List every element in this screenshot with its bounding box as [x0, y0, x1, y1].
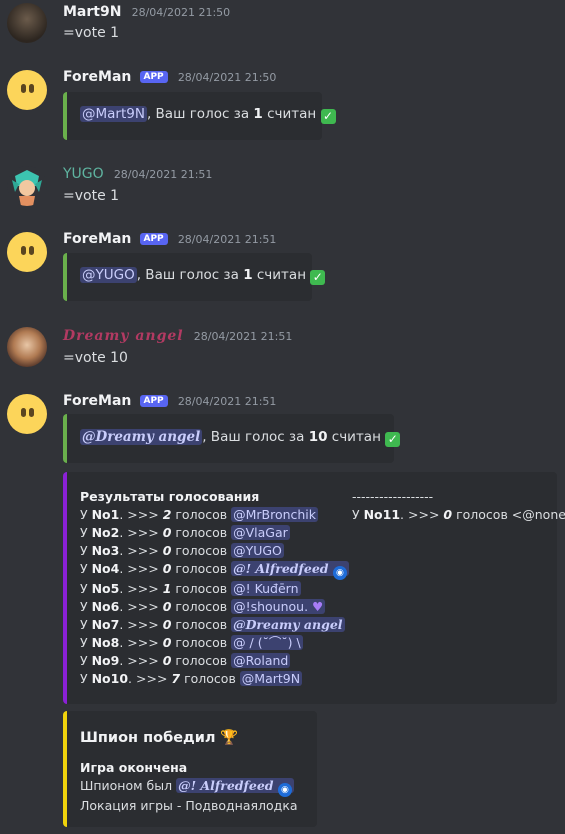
vote-number: 1 [253, 106, 263, 122]
result-row: У No2. >>> 0 голосов @VlaGar [80, 525, 290, 540]
heart-icon: ♥ [312, 599, 324, 614]
eye-icon: ◉ [332, 566, 347, 580]
avatar[interactable] [7, 166, 47, 206]
message-text: =vote 1 [63, 188, 120, 204]
result-row: У No3. >>> 0 голосов @YUGO [80, 543, 284, 558]
user-mention-raw: <@none> [511, 507, 565, 522]
author-name[interactable]: ForeMan [63, 69, 131, 85]
spy-title: Шпион победил 🏆 [80, 730, 239, 746]
avatar[interactable] [7, 394, 47, 434]
result-row: У No1. >>> 2 голосов @MrBronchik [80, 507, 319, 522]
result-row: У No5. >>> 1 голосов @! Kuđērn [80, 581, 301, 596]
embed-text: считан [252, 267, 307, 283]
results-column: Результаты голосования У No1. >>> 2 голо… [80, 488, 349, 688]
user-mention[interactable]: @! Kuđērn [231, 581, 301, 596]
message: YUGO 28/04/2021 21:51 =vote 1 [0, 163, 565, 213]
vote-number: 1 [243, 267, 253, 283]
results-column-extra: ------------------ У No11. >>> 0 голосов… [352, 488, 565, 524]
user-mention[interactable]: @VlaGar [231, 525, 290, 540]
user-mention[interactable]: @ / (˘⌒˘) \ [231, 635, 303, 650]
author-name[interactable]: YUGO [63, 166, 104, 182]
embed-text: , Ваш голос за [146, 106, 254, 122]
check-icon: ✓ [320, 109, 336, 124]
result-row: У No7. >>> 0 голосов @Dreamy angel [80, 617, 345, 632]
spy-location: Локация игры - Подводнаялодка [80, 798, 298, 813]
result-row: У No8. >>> 0 голосов @ / (˘⌒˘) \ [80, 635, 303, 650]
results-title: Результаты голосования [80, 489, 260, 504]
message: Dreamy angel 28/04/2021 21:51 =vote 10 [0, 325, 565, 375]
message-text: =vote 1 [63, 25, 120, 41]
user-mention[interactable]: @! Alfredfeed ◉ [176, 778, 294, 797]
message-text: =vote 10 [63, 350, 128, 366]
user-mention[interactable]: @Dreamy angel [80, 429, 203, 445]
result-row: У No11. >>> 0 голосов <@none> [352, 506, 565, 524]
app-badge: APP [139, 395, 168, 407]
timestamp: 28/04/2021 21:51 [113, 168, 213, 181]
spy-subtitle: Игра окончена [80, 760, 188, 775]
author-name[interactable]: Mart9N [63, 4, 121, 20]
user-mention[interactable]: @Mart9N [80, 106, 147, 122]
embed: @Mart9N, Ваш голос за 1 считан ✓ [63, 92, 336, 140]
embed-text: , Ваш голос за [136, 267, 244, 283]
embed: @YUGO, Ваш голос за 1 считан ✓ [63, 253, 326, 301]
result-row: У No9. >>> 0 голосов @Roland [80, 653, 291, 668]
eye-icon: ◉ [277, 783, 292, 797]
user-mention[interactable]: @MrBronchik [231, 507, 319, 522]
avatar[interactable] [7, 232, 47, 272]
app-badge: APP [139, 233, 168, 245]
spy-line: Шпионом был @! Alfredfeed ◉ [80, 777, 298, 797]
app-badge: APP [139, 71, 168, 83]
user-mention[interactable]: @! Alfredfeed ◉ [231, 561, 349, 580]
timestamp: 28/04/2021 21:51 [177, 233, 277, 246]
user-mention[interactable]: @Dreamy angel [231, 617, 345, 632]
result-row: У No6. >>> 0 голосов @!ꜱhounou. ♥ [80, 599, 326, 614]
spy-embed: Шпион победил 🏆 Игра окончена Шпионом бы… [63, 711, 317, 827]
author-name[interactable]: ForeMan [63, 393, 131, 409]
message: Mart9N 28/04/2021 21:50 =vote 1 [0, 0, 565, 50]
user-mention[interactable]: @!ꜱhounou. ♥ [231, 599, 326, 614]
user-mention[interactable]: @YUGO [80, 267, 137, 283]
avatar[interactable] [7, 3, 47, 43]
user-mention[interactable]: @Mart9N [239, 671, 303, 686]
avatar[interactable] [7, 70, 47, 110]
message: ForeMan APP 28/04/2021 21:51 @Dreamy ang… [0, 392, 565, 712]
result-row: У No4. >>> 0 голосов @! Alfredfeed ◉ [80, 560, 349, 580]
embed-text: считан [262, 106, 317, 122]
message: ForeMan APP 28/04/2021 21:51 @YUGO, Ваш … [0, 230, 565, 310]
timestamp: 28/04/2021 21:50 [131, 6, 231, 19]
message: ForeMan APP 28/04/2021 21:50 @Mart9N, Ва… [0, 68, 565, 148]
user-mention[interactable]: @YUGO [231, 543, 284, 558]
check-icon: ✓ [385, 432, 401, 447]
author-name[interactable]: ForeMan [63, 231, 131, 247]
timestamp: 28/04/2021 21:50 [177, 71, 277, 84]
avatar[interactable] [7, 327, 47, 367]
user-mention[interactable]: @Roland [231, 653, 291, 668]
result-row: У No10. >>> 7 голосов @Mart9N [80, 671, 303, 686]
check-icon: ✓ [310, 270, 326, 285]
embed-text: , Ваш голос за [202, 429, 309, 445]
vote-number: 10 [308, 429, 328, 445]
trophy-icon: 🏆 [220, 730, 239, 746]
author-name[interactable]: Dreamy angel [63, 328, 184, 344]
embed-text: считан [327, 429, 381, 445]
results-embed: Результаты голосования У No1. >>> 2 голо… [63, 472, 565, 704]
embed: @Dreamy angel, Ваш голос за 10 считан ✓ [63, 414, 401, 463]
timestamp: 28/04/2021 21:51 [177, 395, 277, 408]
timestamp: 28/04/2021 21:51 [193, 330, 293, 343]
separator: ------------------ [352, 489, 434, 504]
